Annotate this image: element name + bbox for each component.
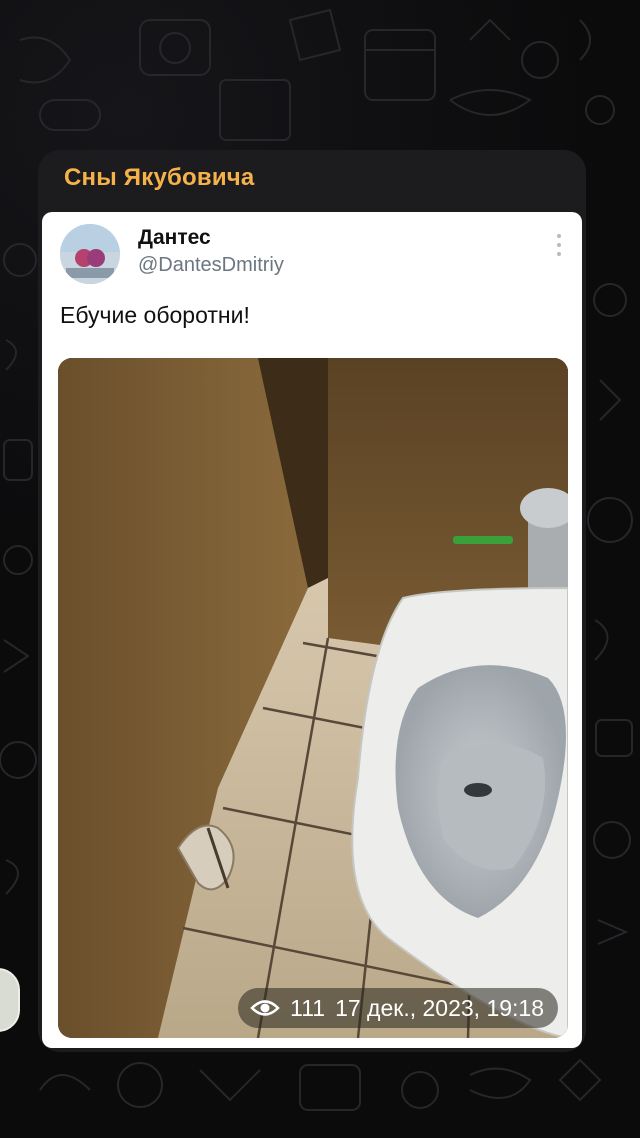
vertical-dots-icon[interactable]	[554, 234, 564, 262]
tweet-card[interactable]: Дантес @DantesDmitriy Ебучие оборотни! 1…	[42, 212, 582, 1048]
restroom-photo	[58, 358, 568, 1038]
tweet-photo[interactable]: 111 17 дек., 2023, 19:18	[58, 358, 568, 1038]
author-name[interactable]: Дантес	[138, 226, 211, 250]
eye-icon	[250, 1000, 280, 1016]
avatar-image	[60, 224, 120, 284]
channel-name[interactable]: Сны Якубовича	[64, 164, 254, 192]
message-meta-pill: 111 17 дек., 2023, 19:18	[238, 988, 558, 1028]
tweet-text: Ебучие оборотни!	[60, 302, 250, 328]
message-timestamp: 17 дек., 2023, 19:18	[335, 994, 544, 1021]
view-count: 111	[290, 994, 326, 1021]
message-bubble[interactable]: Сны Якубовича Дантес @DantesDmitriy Ебуч…	[38, 150, 586, 1052]
author-handle[interactable]: @DantesDmitriy	[138, 254, 284, 277]
author-avatar[interactable]	[60, 224, 120, 284]
